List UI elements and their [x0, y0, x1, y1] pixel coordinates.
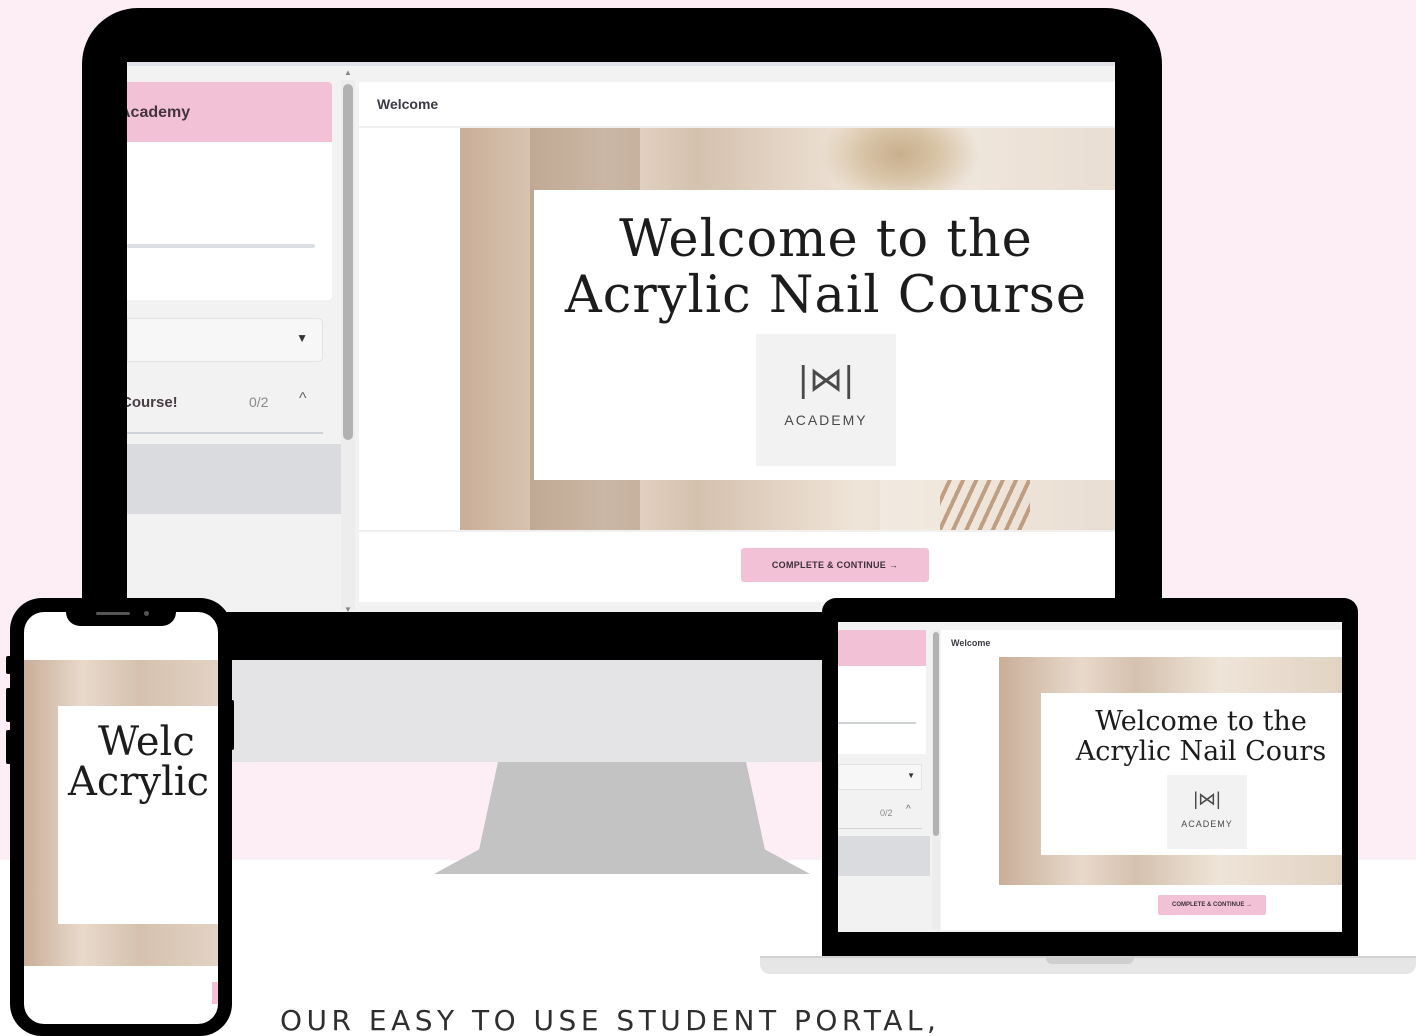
lesson-content: Welcome Welcome to the Acrylic Nail Cour… — [941, 630, 1342, 930]
sidebar-scrollbar[interactable]: ▲ ▼ — [341, 68, 355, 612]
mn-monogram-logo-icon: |⋈| — [797, 360, 855, 400]
complete-continue-button[interactable]: COMPLETE & CONTINUE → — [741, 548, 929, 582]
phone-camera-icon — [144, 611, 149, 616]
hero-title-card: Welcome to the Acrylic Nail Course |⋈| A… — [534, 190, 1115, 480]
caret-down-icon: ▼ — [296, 331, 308, 345]
hero-title-card: Welcome to the Acrylic Nail Cours |⋈| AC… — [1041, 693, 1342, 855]
sidebar-lesson-item-active[interactable] — [838, 836, 930, 876]
hero-heading-line1: Welcome to the — [1095, 706, 1307, 737]
complete-continue-button[interactable]: COMPLETE & CONTINUE → — [1158, 895, 1266, 915]
mn-monogram-logo-icon: |⋈| — [1193, 789, 1221, 809]
chapter-select[interactable]: ▼ — [838, 764, 922, 790]
sidebar-scrollbar[interactable] — [932, 630, 940, 930]
hero-heading-line2: Acrylic Nail Cours — [1075, 736, 1327, 767]
phone-side-button — [6, 688, 12, 722]
phone-speaker — [96, 612, 130, 615]
phone-side-button — [6, 656, 12, 674]
hero-heading: Welcome to the Acrylic Nail Course — [534, 212, 1115, 324]
phone-screen: Welc Acrylic — [24, 612, 218, 1024]
course-progress-card — [127, 142, 332, 300]
hero-heading-line1: Welc — [98, 719, 195, 765]
lesson-hero-image: Welc Acrylic — [24, 660, 218, 966]
hero-heading: Welcome to the Acrylic Nail Cours — [1041, 707, 1342, 767]
chevron-up-icon[interactable]: ^ — [906, 804, 911, 815]
academy-logo: |⋈| ACADEMY — [756, 334, 896, 466]
course-title: Academy — [127, 104, 191, 121]
academy-logo: |⋈| ACADEMY — [1167, 775, 1247, 849]
hero-heading-line2: Acrylic — [68, 759, 209, 805]
lesson-title: Welcome — [951, 638, 991, 648]
chapter-count: 0/2 — [880, 808, 893, 818]
course-title-bar[interactable]: Academy — [127, 82, 332, 142]
phone-notch — [66, 602, 176, 626]
caret-down-icon: ▼ — [907, 771, 915, 780]
scrollbar-thumb[interactable] — [933, 632, 939, 836]
desktop-screen: Academy ▼ Course! 0/2 ^ ▲ ▼ Welcome Welc… — [127, 62, 1115, 612]
chapter-divider — [838, 828, 922, 829]
lesson-footer-divider — [359, 530, 1115, 532]
tagline-text: OUR EASY TO USE STUDENT PORTAL, — [280, 1004, 941, 1036]
browser-top-bar — [127, 62, 1115, 66]
phone-side-button — [228, 700, 234, 750]
course-progress-card — [838, 666, 926, 754]
scroll-up-arrow-icon[interactable]: ▲ — [344, 68, 352, 77]
lesson-hero-image: Welcome to the Acrylic Nail Cours |⋈| AC… — [999, 657, 1342, 885]
logo-wordmark: ACADEMY — [784, 412, 868, 428]
course-title-bar[interactable] — [838, 630, 926, 666]
course-progress-bar — [838, 722, 916, 724]
phone-side-button — [6, 730, 12, 764]
sidebar-lesson-item-active[interactable] — [127, 444, 341, 514]
hero-title-card: Welc Acrylic — [58, 706, 218, 924]
chapter-header[interactable]: Course! 0/2 ^ — [127, 384, 323, 434]
complete-continue-button[interactable] — [212, 982, 218, 1004]
lesson-title: Welcome — [377, 96, 439, 112]
chevron-up-icon[interactable]: ^ — [299, 390, 307, 408]
chapter-divider — [127, 432, 323, 434]
lesson-content: Welcome Welcome to the Acrylic Nail Cour… — [359, 82, 1115, 602]
hero-heading: Welc Acrylic — [68, 722, 218, 802]
hero-heading-line1: Welcome to the — [619, 210, 1033, 269]
scrollbar-thumb[interactable] — [343, 84, 353, 440]
chapter-label: Course! — [127, 394, 178, 411]
chapter-select[interactable]: ▼ — [127, 318, 323, 362]
scroll-down-arrow-icon[interactable]: ▼ — [344, 605, 352, 612]
laptop-notch — [1046, 956, 1134, 964]
logo-wordmark: ACADEMY — [1181, 819, 1233, 829]
chapter-count: 0/2 — [249, 394, 269, 410]
hero-heading-line2: Acrylic Nail Course — [564, 266, 1088, 325]
course-progress-bar — [127, 244, 315, 248]
lesson-hero-image: Welcome to the Acrylic Nail Course |⋈| A… — [460, 128, 1115, 530]
laptop-screen: ▼ 0/2 ^ Welcome Welcome to the Acrylic N… — [838, 622, 1342, 932]
